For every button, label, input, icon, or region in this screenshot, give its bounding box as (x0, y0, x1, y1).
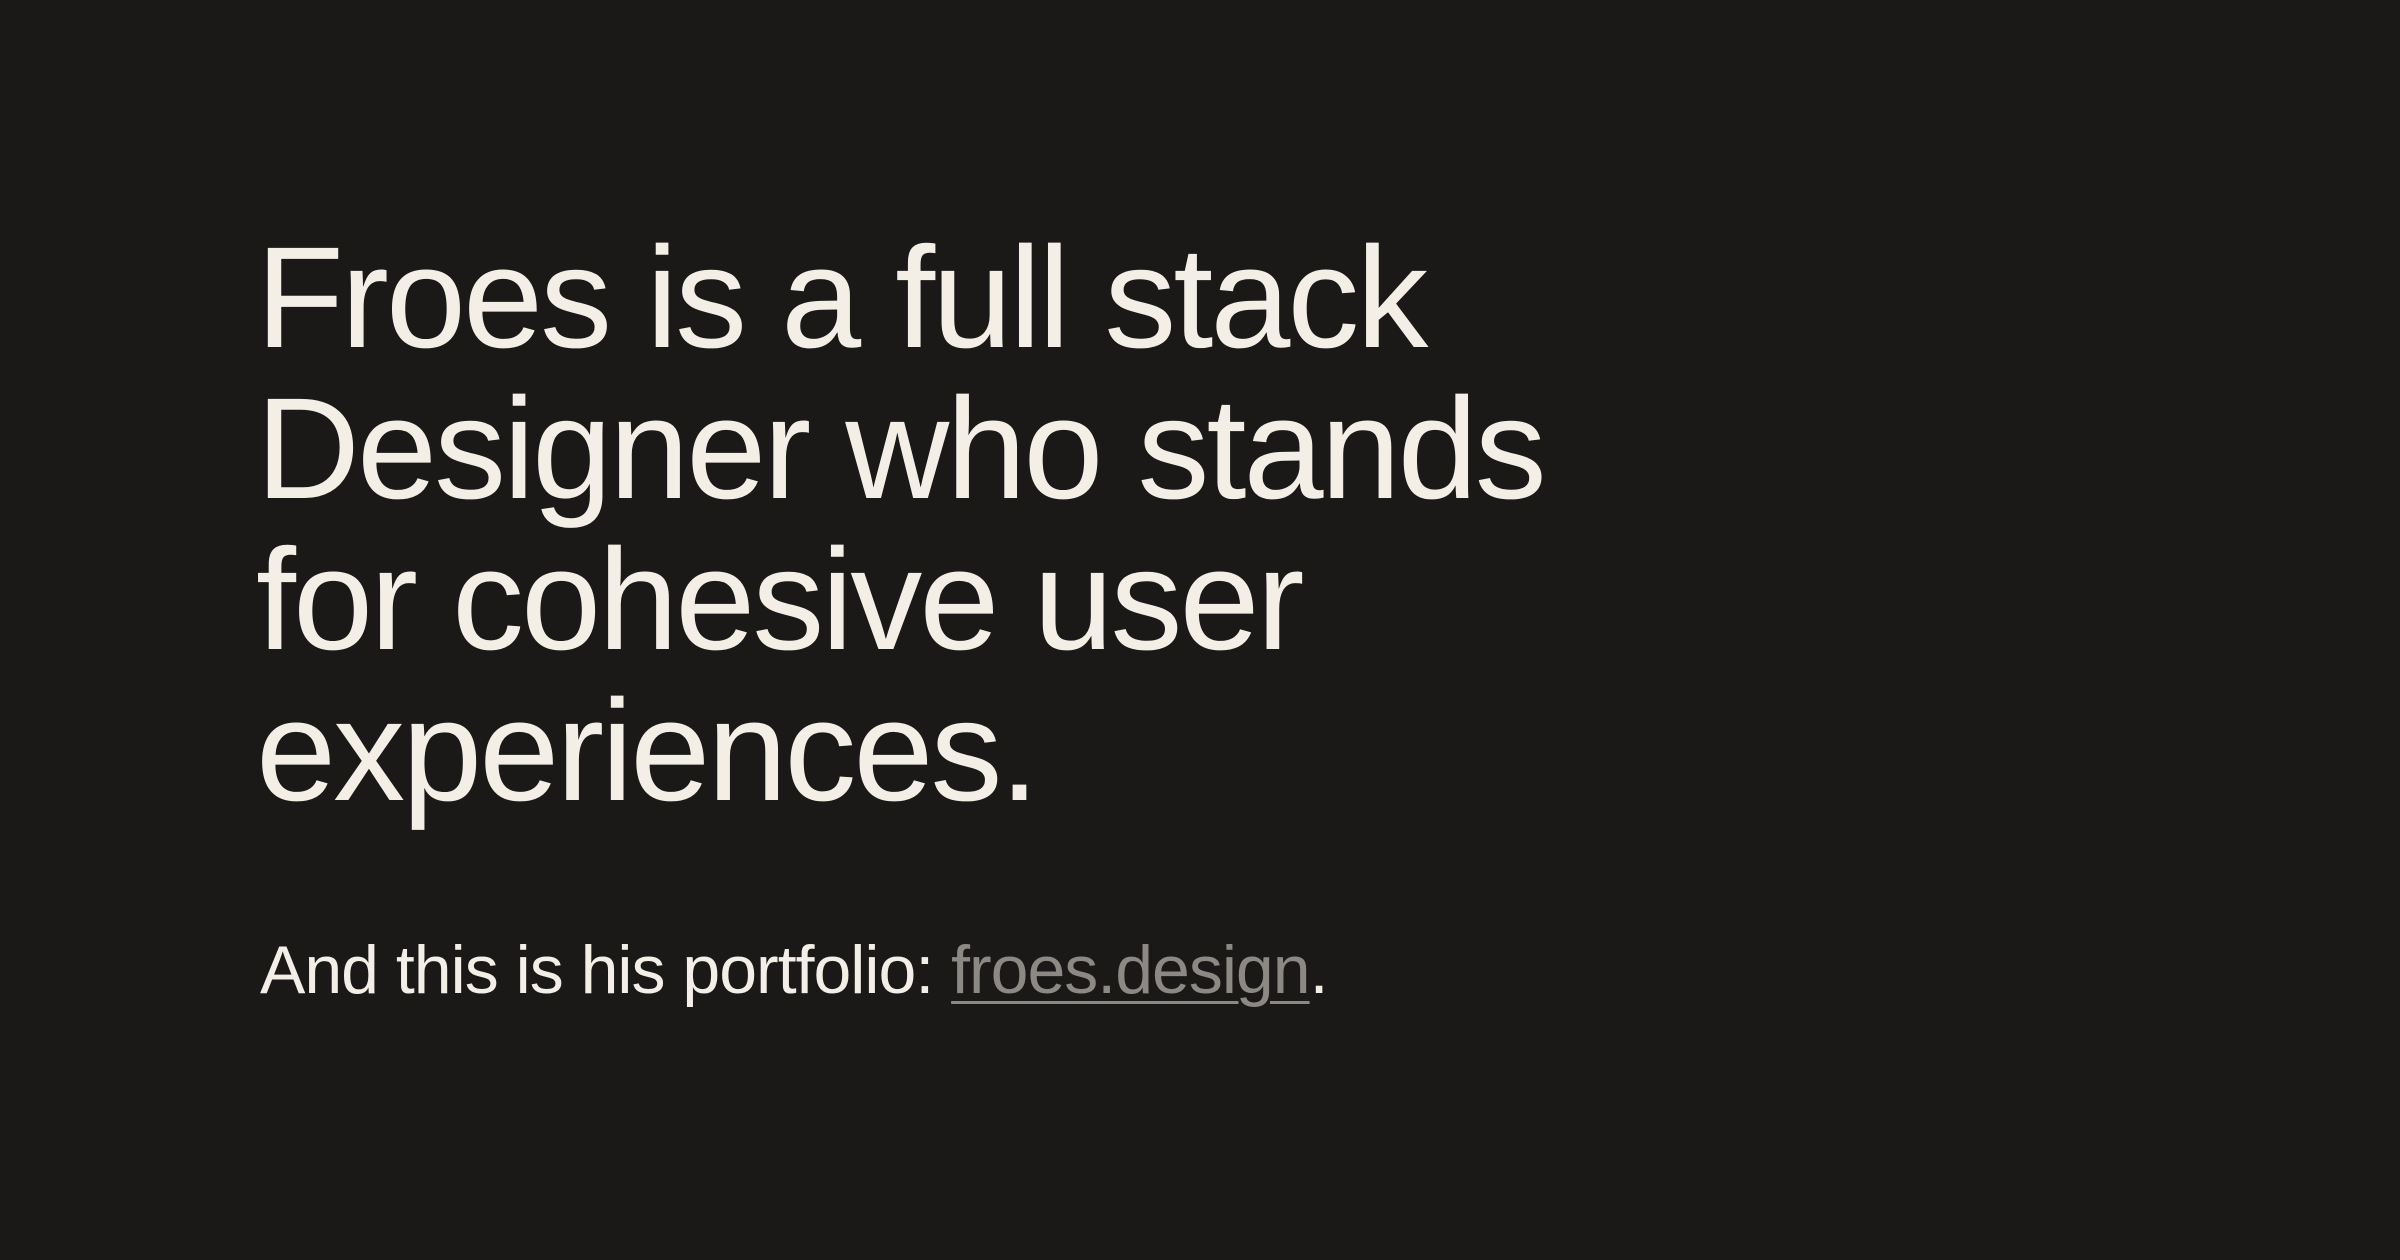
headline: Froes is a full stack Designer who stand… (256, 222, 1756, 826)
portfolio-line: And this is his portfolio: froes.design. (260, 930, 1329, 1010)
headline-line-3: for cohesive user (256, 519, 1305, 680)
hero: Froes is a full stack Designer who stand… (256, 222, 1756, 826)
page: Froes is a full stack Designer who stand… (0, 0, 2400, 1260)
headline-line-2: Designer who stands (256, 368, 1547, 529)
portfolio-link[interactable]: froes.design (951, 932, 1310, 1008)
portfolio-suffix: . (1309, 932, 1329, 1008)
headline-line-4: experiences. (256, 670, 1039, 831)
portfolio-prefix: And this is his portfolio: (260, 932, 952, 1008)
headline-line-1: Froes is a full stack (256, 217, 1428, 378)
